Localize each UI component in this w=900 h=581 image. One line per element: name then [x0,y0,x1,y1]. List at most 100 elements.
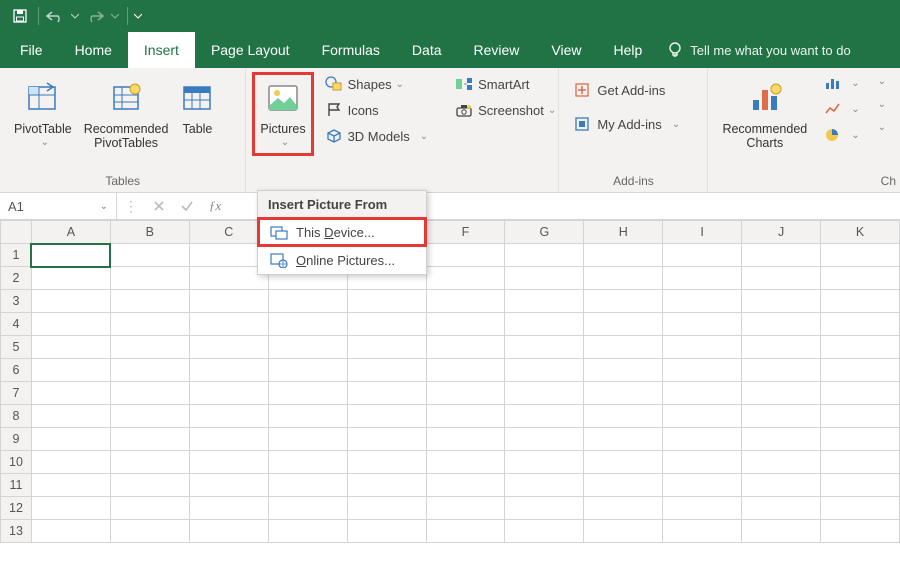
cell[interactable] [426,359,505,382]
cell[interactable] [268,336,347,359]
cell[interactable] [663,451,742,474]
fx-button[interactable]: ƒx [201,193,229,219]
menu-item-this-device[interactable]: This Device... [258,218,426,246]
cell[interactable] [584,267,663,290]
cell[interactable] [505,405,584,428]
cell[interactable] [268,290,347,313]
column-header[interactable]: I [663,221,742,244]
qat-customize-dropdown[interactable] [132,3,144,29]
cell[interactable] [347,497,426,520]
row-header[interactable]: 9 [1,428,32,451]
get-addins-button[interactable]: Get Add-ins [567,80,686,100]
cell[interactable] [31,244,110,267]
cell[interactable] [189,497,268,520]
cell[interactable] [110,244,189,267]
cell[interactable] [821,359,900,382]
cell[interactable] [347,359,426,382]
cell[interactable] [742,359,821,382]
cell[interactable] [742,474,821,497]
name-box[interactable]: A1 ⌄ [0,193,117,219]
cell[interactable] [268,428,347,451]
shapes-button[interactable]: Shapes⌄ [318,74,435,94]
select-all-corner[interactable] [1,221,32,244]
cell[interactable] [821,336,900,359]
cell[interactable] [110,290,189,313]
row-header[interactable]: 10 [1,451,32,474]
cell[interactable] [742,451,821,474]
cell[interactable] [347,382,426,405]
cell[interactable] [189,290,268,313]
cell[interactable] [189,520,268,543]
cell[interactable] [663,382,742,405]
cell[interactable] [189,428,268,451]
cell[interactable] [268,520,347,543]
cell[interactable] [742,520,821,543]
cell[interactable] [584,244,663,267]
cell[interactable] [426,497,505,520]
chart-bar-button[interactable]: ⌄ [817,74,865,92]
cell[interactable] [584,451,663,474]
cell[interactable] [821,405,900,428]
cell[interactable] [31,313,110,336]
cell[interactable] [505,336,584,359]
cell[interactable] [110,336,189,359]
cell[interactable] [347,336,426,359]
cell[interactable] [584,520,663,543]
cell[interactable] [742,428,821,451]
redo-button[interactable] [83,3,107,29]
chart-pie-button[interactable]: ⌄ [817,126,865,144]
cell[interactable] [505,382,584,405]
tab-data[interactable]: Data [396,32,458,68]
row-header[interactable]: 12 [1,497,32,520]
column-header[interactable]: J [742,221,821,244]
cell[interactable] [110,405,189,428]
cell[interactable] [189,405,268,428]
cancel-formula-button[interactable] [145,193,173,219]
tab-home[interactable]: Home [59,32,128,68]
cell[interactable] [31,382,110,405]
column-header[interactable]: H [584,221,663,244]
cell[interactable] [31,451,110,474]
cell[interactable] [110,428,189,451]
cell[interactable] [189,474,268,497]
cell[interactable] [821,244,900,267]
chart-hbar-button[interactable]: ⌄ [868,74,892,89]
3d-models-button[interactable]: 3D Models⌄ [318,126,435,146]
cell[interactable] [505,267,584,290]
cell[interactable] [663,405,742,428]
my-addins-button[interactable]: My Add-ins⌄ [567,114,686,134]
cell[interactable] [821,267,900,290]
redo-dropdown[interactable] [109,3,121,29]
cell[interactable] [742,336,821,359]
icons-button[interactable]: Icons [318,100,435,120]
undo-button[interactable] [43,3,67,29]
cell[interactable] [584,428,663,451]
tab-insert[interactable]: Insert [128,32,195,68]
tab-formulas[interactable]: Formulas [306,32,396,68]
column-header[interactable]: B [110,221,189,244]
enter-formula-button[interactable] [173,193,201,219]
cell[interactable] [347,428,426,451]
cell[interactable] [189,451,268,474]
cell[interactable] [31,474,110,497]
cell[interactable] [742,497,821,520]
cell[interactable] [110,267,189,290]
screenshot-button[interactable]: Screenshot⌄ [448,100,562,120]
cell[interactable] [742,313,821,336]
cell[interactable] [821,520,900,543]
cell[interactable] [110,497,189,520]
tab-page-layout[interactable]: Page Layout [195,32,306,68]
row-header[interactable]: 13 [1,520,32,543]
cell[interactable] [31,497,110,520]
cell[interactable] [189,359,268,382]
column-header[interactable]: K [821,221,900,244]
cell[interactable] [663,359,742,382]
cell[interactable] [110,520,189,543]
cell[interactable] [584,382,663,405]
cell[interactable] [821,497,900,520]
formula-dots[interactable]: ⋮ [117,193,145,219]
cell[interactable] [347,290,426,313]
table-button[interactable]: Table [174,74,220,140]
cell[interactable] [584,497,663,520]
cell[interactable] [426,336,505,359]
